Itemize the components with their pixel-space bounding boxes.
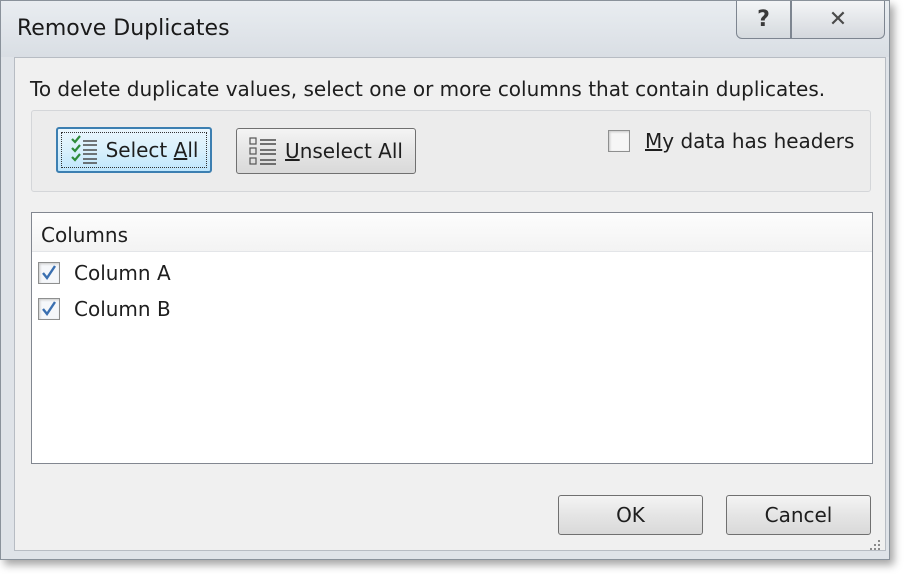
my-data-has-headers-option[interactable]: My data has headers [608, 129, 854, 153]
close-button[interactable]: ✕ [791, 1, 885, 39]
resize-grip-icon[interactable] [869, 539, 881, 551]
checkmark-icon [42, 265, 56, 281]
list-item-column-a[interactable]: Column A [38, 258, 171, 288]
cancel-button[interactable]: Cancel [726, 495, 871, 535]
ok-button[interactable]: OK [558, 495, 703, 535]
dialog-body: To delete duplicate values, select one o… [14, 57, 886, 551]
my-data-has-headers-label: My data has headers [645, 129, 855, 153]
instructions-text: To delete duplicate values, select one o… [30, 77, 826, 101]
columns-header: Columns [32, 213, 872, 252]
column-b-label: Column B [74, 297, 171, 321]
column-a-checkbox[interactable] [38, 262, 60, 284]
checklist-icon [70, 135, 98, 165]
my-data-has-headers-checkbox[interactable] [608, 130, 630, 152]
unselect-all-label: Unselect All [285, 139, 403, 163]
selection-buttons-area: Select All Unselect All My data has head… [31, 110, 871, 192]
dialog-title: Remove Duplicates [17, 16, 230, 41]
help-icon: ? [757, 7, 770, 32]
checkmark-icon [42, 301, 56, 317]
columns-list[interactable]: Columns Column A Column B [31, 212, 873, 464]
column-b-checkbox[interactable] [38, 298, 60, 320]
column-a-label: Column A [74, 261, 171, 285]
unselect-all-button[interactable]: Unselect All [236, 128, 416, 174]
close-icon: ✕ [828, 7, 848, 32]
list-icon [249, 136, 277, 166]
help-button[interactable]: ? [736, 1, 791, 39]
select-all-button[interactable]: Select All [56, 127, 212, 173]
remove-duplicates-dialog: Remove Duplicates ? ✕ To delete duplicat… [0, 0, 890, 560]
title-bar[interactable]: Remove Duplicates ? ✕ [1, 1, 889, 57]
list-item-column-b[interactable]: Column B [38, 294, 171, 324]
columns-header-label: Columns [41, 223, 129, 247]
select-all-label: Select All [105, 138, 199, 162]
